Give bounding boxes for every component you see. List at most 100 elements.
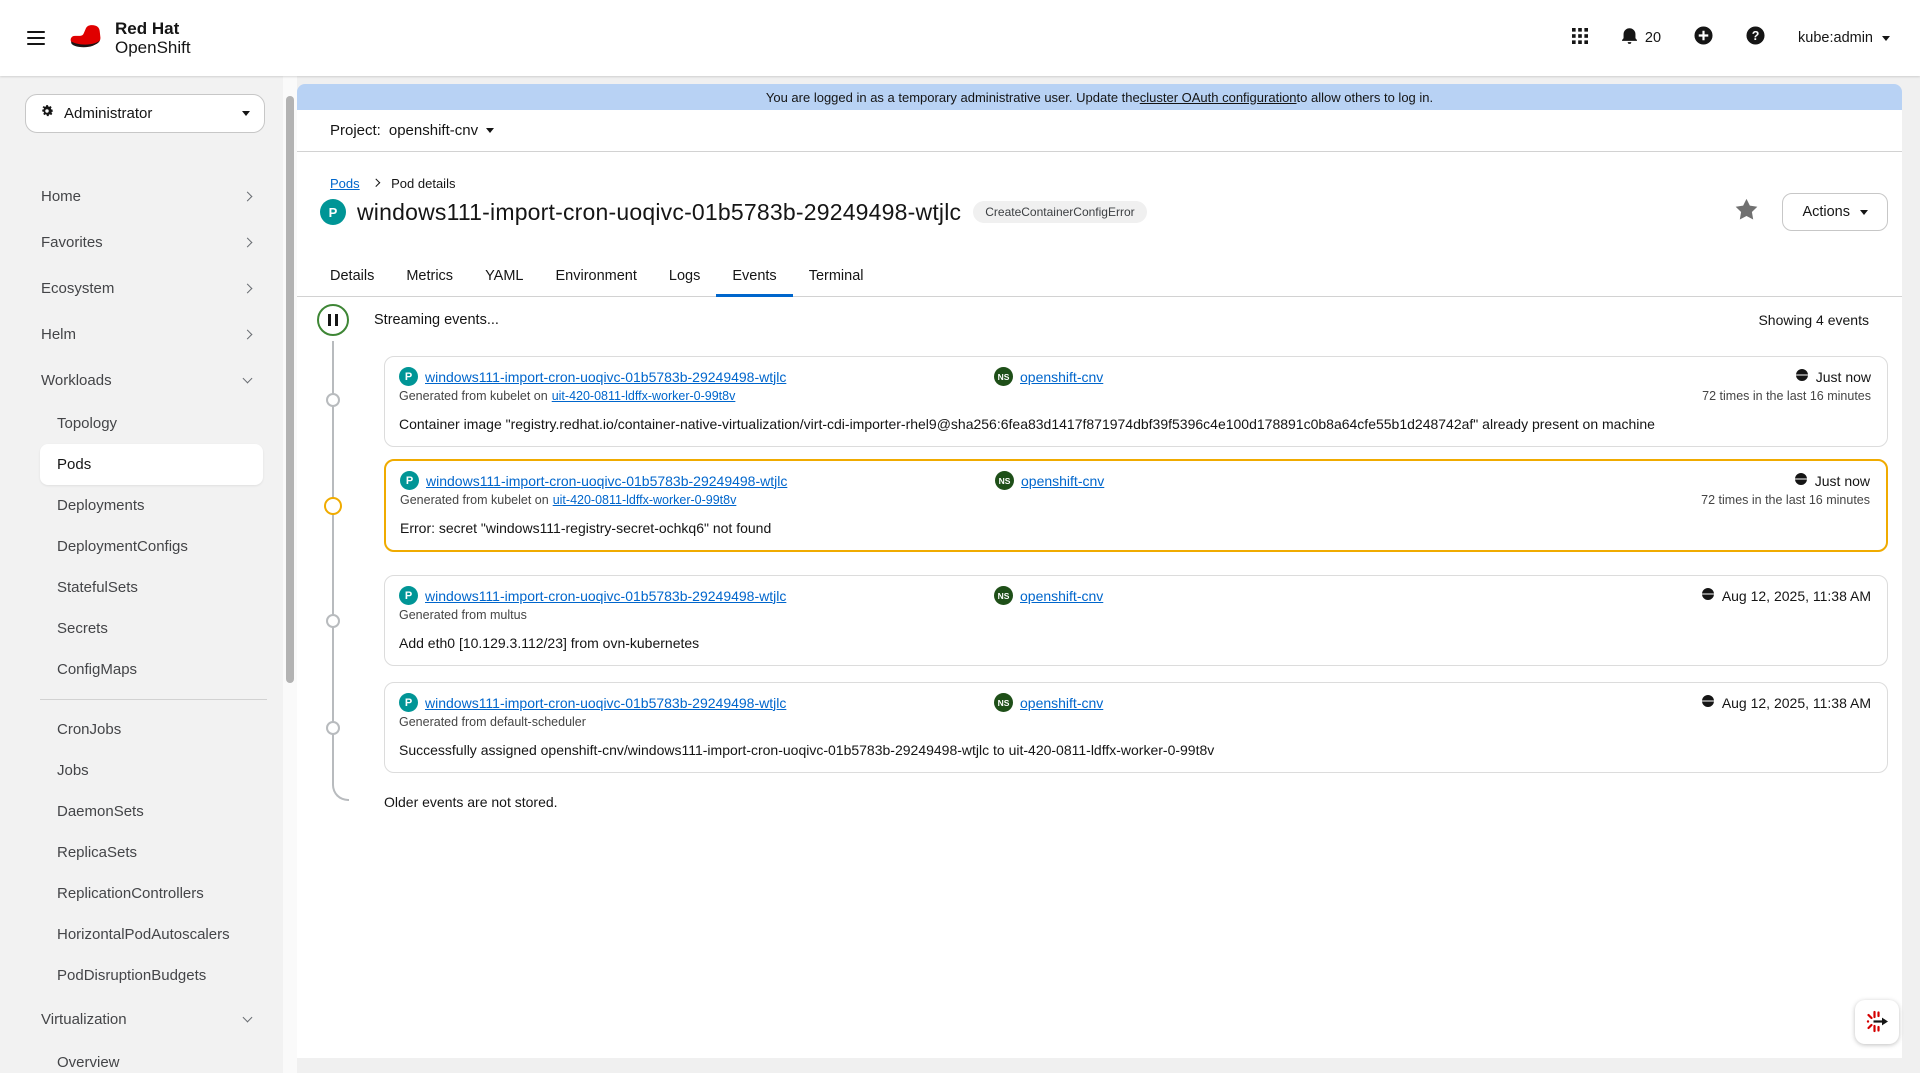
event-pod-link[interactable]: windows111-import-cron-uoqivc-01b5783b-2… [425,369,786,385]
brand-line2: OpenShift [115,38,191,57]
pod-resource-icon: P [399,693,418,712]
event-pod-link[interactable]: windows111-import-cron-uoqivc-01b5783b-2… [426,473,787,489]
event-source: Generated from kubelet on [399,389,548,403]
sidebar-item-daemonsets[interactable]: DaemonSets [40,791,263,832]
sidebar-item-favorites[interactable]: Favorites [0,219,283,265]
notifications-button[interactable]: 20 [1621,27,1661,49]
event-node-link[interactable]: uit-420-0811-ldffx-worker-0-99t8v [553,493,737,507]
pause-stream-button[interactable] [317,304,349,336]
bell-icon [1621,27,1638,49]
sidebar-item-overview[interactable]: Overview [40,1042,263,1073]
question-circle-icon: ? [1746,26,1765,50]
svg-text:?: ? [1752,29,1760,43]
sidebar-item-ecosystem[interactable]: Ecosystem [0,265,283,311]
sidebar-item-home[interactable]: Home [0,173,283,219]
project-selector[interactable]: Project: openshift-cnv [297,110,1902,152]
chevron-right-icon [371,179,380,187]
sidebar-item-pods[interactable]: Pods [40,444,263,485]
event-message: Container image "registry.redhat.io/cont… [399,416,1655,432]
sidebar-item-cronjobs[interactable]: CronJobs [40,709,263,750]
page: Project: openshift-cnv Pods Pod details … [297,110,1902,1058]
sidebar-item-statefulsets[interactable]: StatefulSets [40,567,263,608]
tab-yaml[interactable]: YAML [469,258,539,296]
sidebar-item-workloads[interactable]: Workloads [0,357,283,403]
event-namespace-link[interactable]: openshift-cnv [1020,695,1103,711]
sidebar-scrollbar-thumb[interactable] [286,96,294,683]
app-launcher-button[interactable] [1571,27,1588,49]
menu-toggle-icon[interactable] [27,27,45,49]
main-content: You are logged in as a temporary adminis… [297,76,1902,1058]
event-source: Generated from kubelet on [400,493,549,507]
event-timestamp: Just now [1814,472,1870,489]
perspective-switcher[interactable]: Administrator [25,94,265,133]
event-namespace-link[interactable]: openshift-cnv [1020,588,1103,604]
tab-metrics[interactable]: Metrics [390,258,469,296]
tab-bar: Details Metrics YAML Environment Logs Ev… [297,258,1902,297]
event-source: Generated from default-scheduler [399,715,586,729]
timeline-dot [326,614,340,628]
sidebar: Administrator Home Favorites Ecosystem H… [0,76,283,1073]
quick-create-button[interactable] [1694,26,1713,50]
help-button[interactable]: ? [1746,26,1765,50]
sidebar-item-replicationcontrollers[interactable]: ReplicationControllers [40,873,263,914]
globe-icon [1700,587,1715,604]
laser-pointer-button[interactable] [1855,1000,1899,1044]
sidebar-item-horizontalpodautoscalers[interactable]: HorizontalPodAutoscalers [40,914,263,955]
namespace-resource-icon: NS [994,693,1013,712]
user-menu[interactable]: kube:admin [1798,30,1890,46]
sidebar-item-topology[interactable]: Topology [40,403,263,444]
event-count: 72 times in the last 16 minutes [1701,493,1870,507]
tab-terminal[interactable]: Terminal [793,258,880,296]
event-source: Generated from multus [399,608,527,622]
banner-text-before: You are logged in as a temporary adminis… [765,89,1140,105]
events-count: Showing 4 events [1758,312,1869,328]
sidebar-item-replicasets[interactable]: ReplicaSets [40,832,263,873]
sidebar-item-deployments[interactable]: Deployments [40,485,263,526]
event-namespace-link[interactable]: openshift-cnv [1021,473,1104,489]
tab-environment[interactable]: Environment [539,258,652,296]
redhat-openshift-logo[interactable]: Red Hat OpenShift [67,19,191,57]
namespace-resource-icon: NS [994,367,1013,386]
sidebar-scrollbar [283,76,297,1073]
globe-icon [1700,694,1715,711]
sidebar-item-virtualization[interactable]: Virtualization [0,996,283,1042]
brand-line1: Red Hat [115,19,180,38]
sidebar-item-deploymentconfigs[interactable]: DeploymentConfigs [40,526,263,567]
banner-text-after: to allow others to log in. [1296,89,1434,105]
event-message: Successfully assigned openshift-cnv/wind… [399,742,1215,758]
page-header: P windows111-import-cron-uoqivc-01b5783b… [297,192,1902,232]
sidebar-item-secrets[interactable]: Secrets [40,608,263,649]
chevron-down-icon [242,373,253,384]
breadcrumb-current: Pod details [391,175,456,191]
favorite-star-icon[interactable] [1735,198,1758,226]
event-pod-link[interactable]: windows111-import-cron-uoqivc-01b5783b-2… [425,695,786,711]
sidebar-item-poddisruptionbudgets[interactable]: PodDisruptionBudgets [40,955,263,996]
pod-resource-icon: P [399,586,418,605]
actions-button[interactable]: Actions [1782,193,1888,231]
timeline-dot [326,721,340,735]
event-timestamp: Aug 12, 2025, 11:38 AM [1721,587,1871,604]
older-events-note: Older events are not stored. [384,794,558,810]
event-namespace-link[interactable]: openshift-cnv [1020,369,1103,385]
event-card-highlighted: P windows111-import-cron-uoqivc-01b5783b… [384,459,1888,552]
event-pod-link[interactable]: windows111-import-cron-uoqivc-01b5783b-2… [425,588,786,604]
redhat-hat-icon [67,22,107,55]
masthead: Red Hat OpenShift 20 ? kube:admin [0,0,1920,76]
username: kube:admin [1798,30,1873,46]
tab-details[interactable]: Details [314,258,390,296]
temp-admin-banner: You are logged in as a temporary adminis… [297,84,1902,110]
tab-logs[interactable]: Logs [653,258,716,296]
chevron-right-icon [242,237,253,247]
sidebar-item-jobs[interactable]: Jobs [40,750,263,791]
sidebar-item-helm[interactable]: Helm [0,311,283,357]
breadcrumb-pods-link[interactable]: Pods [330,176,360,191]
event-timestamp: Just now [1815,368,1871,385]
oauth-config-link[interactable]: cluster OAuth configuration [1140,90,1297,105]
project-value: openshift-cnv [388,122,479,139]
chevron-down-icon [486,128,495,133]
event-node-link[interactable]: uit-420-0811-ldffx-worker-0-99t8v [552,389,736,403]
tab-events[interactable]: Events [716,258,794,297]
timeline-dot [326,393,340,407]
sidebar-item-configmaps[interactable]: ConfigMaps [40,649,263,690]
apps-grid-icon [1571,27,1588,49]
